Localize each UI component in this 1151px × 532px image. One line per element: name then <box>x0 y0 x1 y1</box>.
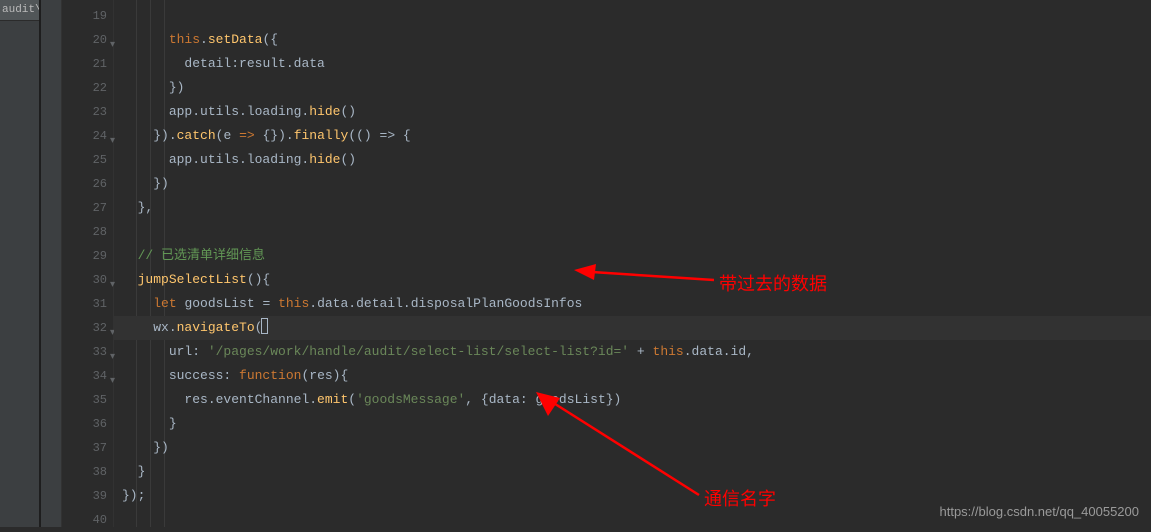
sidebar-strip <box>40 0 62 527</box>
gutter-line-24[interactable]: 24▾ <box>62 124 113 148</box>
code-line-19[interactable] <box>114 4 1151 28</box>
code-line-30[interactable]: jumpSelectList(){ <box>114 268 1151 292</box>
gutter-line-25[interactable]: 25 <box>62 148 113 172</box>
code-editor[interactable]: 1920▾21222324▾252627282930▾3132▾33▾34▾35… <box>62 0 1151 527</box>
gutter-line-21[interactable]: 21 <box>62 52 113 76</box>
text-cursor <box>261 318 268 334</box>
code-line-22[interactable]: }) <box>114 76 1151 100</box>
gutter-line-37[interactable]: 37 <box>62 436 113 460</box>
gutter: 1920▾21222324▾252627282930▾3132▾33▾34▾35… <box>62 0 114 527</box>
code-line-20[interactable]: this.setData({ <box>114 28 1151 52</box>
gutter-line-39[interactable]: 39 <box>62 484 113 508</box>
gutter-line-28[interactable]: 28 <box>62 220 113 244</box>
watermark: https://blog.csdn.net/qq_40055200 <box>940 504 1140 519</box>
code-area[interactable]: this.setData({ detail:result.data }) app… <box>114 0 1151 527</box>
code-line-37[interactable]: }) <box>114 436 1151 460</box>
gutter-line-27[interactable]: 27 <box>62 196 113 220</box>
gutter-line-29[interactable]: 29 <box>62 244 113 268</box>
code-line-26[interactable]: }) <box>114 172 1151 196</box>
gutter-line-19[interactable]: 19 <box>62 4 113 28</box>
code-line-27[interactable]: }, <box>114 196 1151 220</box>
code-line-24[interactable]: }).catch(e => {}).finally(() => { <box>114 124 1151 148</box>
code-line-23[interactable]: app.utils.loading.hide() <box>114 100 1151 124</box>
code-line-31[interactable]: let goodsList = this.data.detail.disposa… <box>114 292 1151 316</box>
gutter-line-33[interactable]: 33▾ <box>62 340 113 364</box>
code-line-21[interactable]: detail:result.data <box>114 52 1151 76</box>
gutter-line-23[interactable]: 23 <box>62 100 113 124</box>
code-line-28[interactable] <box>114 220 1151 244</box>
code-line-29[interactable]: // 已选清单详细信息 <box>114 244 1151 268</box>
gutter-line-26[interactable]: 26 <box>62 172 113 196</box>
code-line-33[interactable]: url: '/pages/work/handle/audit/select-li… <box>114 340 1151 364</box>
gutter-line-30[interactable]: 30▾ <box>62 268 113 292</box>
gutter-line-34[interactable]: 34▾ <box>62 364 113 388</box>
gutter-line-32[interactable]: 32▾ <box>62 316 113 340</box>
gutter-line-40[interactable]: 40 <box>62 508 113 532</box>
gutter-line-35[interactable]: 35 <box>62 388 113 412</box>
code-line-35[interactable]: res.eventChannel.emit('goodsMessage', {d… <box>114 388 1151 412</box>
gutter-line-22[interactable]: 22 <box>62 76 113 100</box>
code-line-34[interactable]: success: function(res){ <box>114 364 1151 388</box>
gutter-line-38[interactable]: 38 <box>62 460 113 484</box>
gutter-line-36[interactable]: 36 <box>62 412 113 436</box>
tab-panel: audit\... <box>0 0 40 527</box>
file-tab[interactable]: audit\... <box>0 0 39 21</box>
code-line-38[interactable]: } <box>114 460 1151 484</box>
gutter-line-20[interactable]: 20▾ <box>62 28 113 52</box>
code-line-25[interactable]: app.utils.loading.hide() <box>114 148 1151 172</box>
code-line-32[interactable]: wx.navigateTo( <box>114 316 1151 340</box>
code-line-36[interactable]: } <box>114 412 1151 436</box>
gutter-line-31[interactable]: 31 <box>62 292 113 316</box>
